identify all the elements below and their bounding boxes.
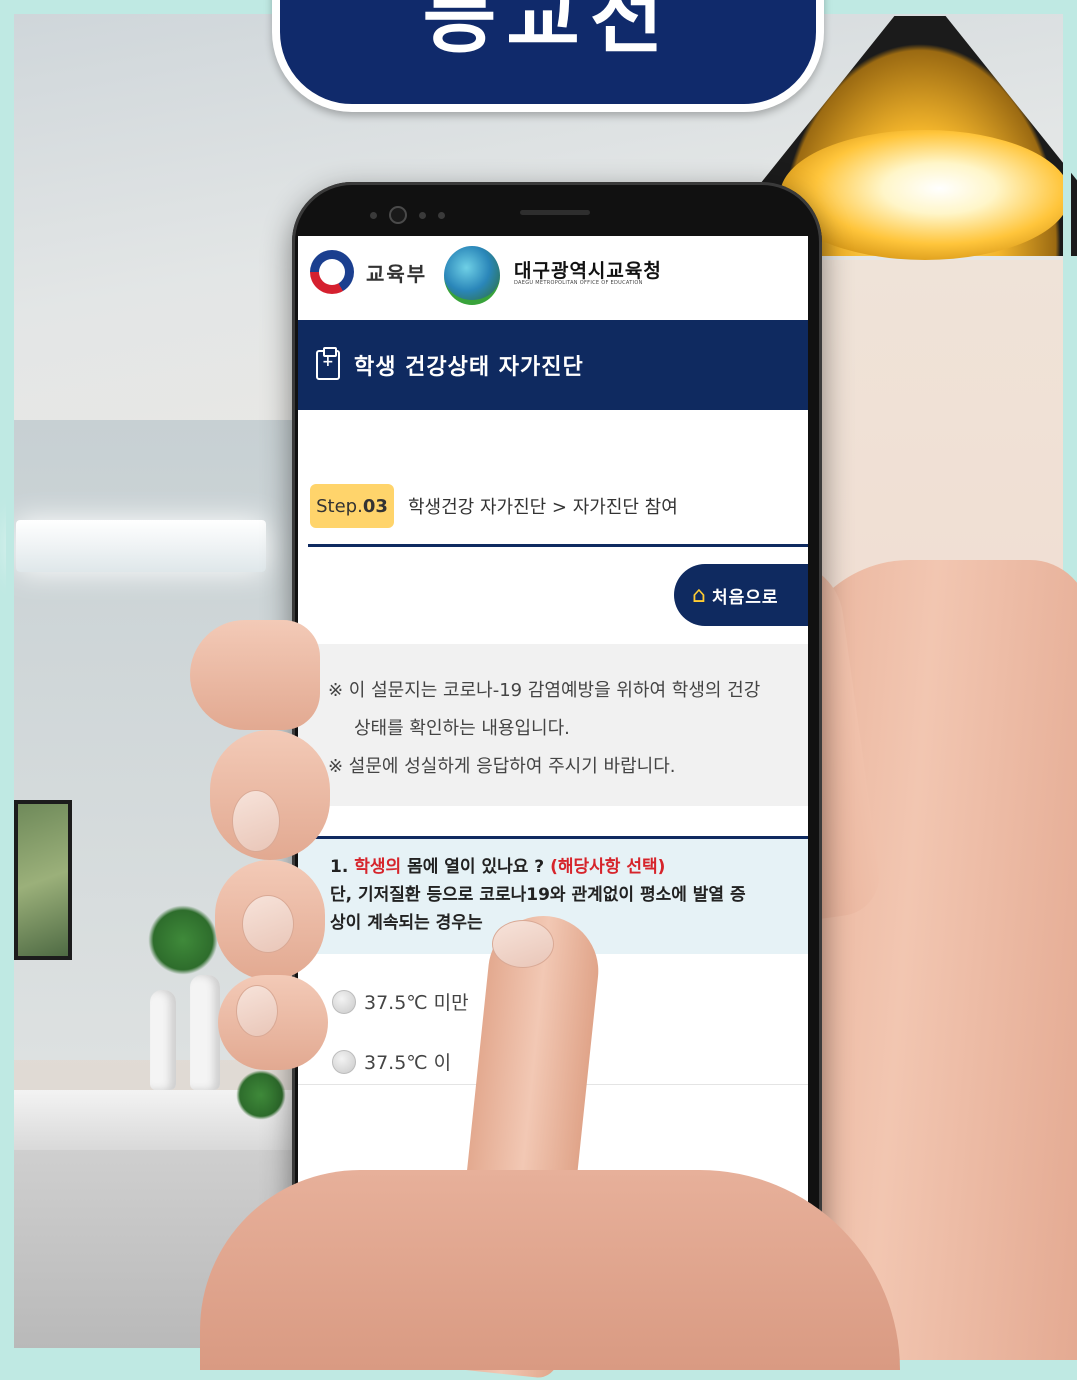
notice-line: 상태를 확인하는 내용입니다. xyxy=(354,718,570,739)
radio-button[interactable] xyxy=(332,1049,356,1074)
option-label: 37.5℃ 미만 xyxy=(364,992,469,1014)
step-badge: Step. 03 xyxy=(310,484,394,528)
home-icon: ⌂ xyxy=(692,582,706,608)
lower-hand xyxy=(200,1170,900,1370)
education-office-logo-icon xyxy=(444,246,500,305)
home-button-label: 처음으로 xyxy=(711,587,779,608)
option-above-37-5[interactable]: 37.5℃ 이 xyxy=(332,1048,451,1075)
ministry-emblem-icon xyxy=(310,250,354,294)
step-indicator: Step. 03 학생건강 자가진단 > 자가진단 참여 xyxy=(298,466,808,546)
option-below-37-5[interactable]: 37.5℃ 미만 xyxy=(332,988,469,1015)
breadcrumb: 학생건강 자가진단 > 자가진단 참여 xyxy=(408,497,678,518)
camera-icon xyxy=(389,206,407,224)
radio-button[interactable] xyxy=(332,989,356,1014)
step-number: 03 xyxy=(362,495,388,517)
fingernail xyxy=(492,920,554,968)
education-office-subtitle: DAEGU METROPOLITAN OFFICE OF EDUCATION xyxy=(514,280,643,286)
title-banner: 등교전 xyxy=(272,0,824,112)
banner-text: 등교전 xyxy=(422,0,674,64)
survey-notice: ※ 이 설문지는 코로나-19 감염예방을 위하여 학생의 건강 상태를 확인하… xyxy=(298,644,808,806)
fingernail xyxy=(236,985,278,1037)
step-prefix: Step. xyxy=(316,495,363,517)
education-office-name: 대구광역시교육청 xyxy=(514,260,662,282)
question-hint: (해당사항 선택) xyxy=(550,857,666,877)
notice-line: ※ 설문에 성실하게 응답하여 주시기 바랍니다. xyxy=(328,756,676,777)
sensor-icon xyxy=(438,211,445,219)
question-text: 몸에 열이 있나요 ? xyxy=(407,857,545,877)
sensor-icon xyxy=(370,211,377,219)
logo-bar: 교육부 대구광역시교육청 DAEGU METROPOLITAN OFFICE O… xyxy=(298,236,808,320)
clipboard-check-icon xyxy=(316,347,340,380)
page-title: 학생 건강상태 자가진단 xyxy=(354,355,584,380)
divider xyxy=(308,544,808,547)
fingernail xyxy=(232,790,280,852)
camera-cluster xyxy=(370,206,445,224)
question-note: 단, 기저질환 등으로 코로나19와 관계없이 평소에 발열 증 xyxy=(330,885,746,905)
question-title: 1. 학생의 몸에 열이 있나요 ? (해당사항 선택) xyxy=(330,853,792,881)
fingernail xyxy=(242,895,294,953)
notice-line: ※ 이 설문지는 코로나-19 감염예방을 위하여 학생의 건강 xyxy=(328,680,761,701)
home-button[interactable]: ⌂ 처음으로 xyxy=(674,564,808,626)
left-hand-finger xyxy=(190,620,320,730)
sensor-icon xyxy=(419,211,426,219)
question-number: 1. xyxy=(330,857,349,877)
question-subject: 학생의 xyxy=(354,857,402,877)
option-label: 37.5℃ 이 xyxy=(364,1052,452,1074)
earpiece-speaker xyxy=(520,210,590,215)
ministry-name: 교육부 xyxy=(366,262,428,286)
page-header: 학생 건강상태 자가진단 xyxy=(298,320,808,410)
